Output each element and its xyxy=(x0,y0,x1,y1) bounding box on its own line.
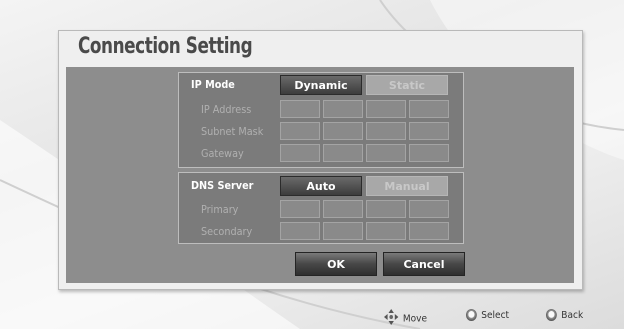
gateway-label: Gateway xyxy=(201,147,244,160)
ip-address-octet-4[interactable] xyxy=(409,100,449,118)
primary-dns-octet-1[interactable] xyxy=(280,200,320,218)
ip-dynamic-button[interactable]: Dynamic xyxy=(280,75,362,95)
ip-address-label: IP Address xyxy=(201,103,252,116)
secondary-dns-label: Secondary xyxy=(201,225,253,238)
cancel-button[interactable]: Cancel xyxy=(383,252,465,276)
gateway-octet-1[interactable] xyxy=(280,144,320,162)
dns-server-label: DNS Server xyxy=(191,179,254,192)
primary-dns-octet-3[interactable] xyxy=(366,200,406,218)
ip-mode-label: IP Mode xyxy=(191,78,235,91)
secondary-dns-row: Secondary xyxy=(179,222,463,242)
select-label: Select xyxy=(481,310,510,321)
secondary-dns-octet-2[interactable] xyxy=(323,222,363,240)
ip-static-button[interactable]: Static xyxy=(366,75,448,95)
ok-button[interactable]: OK xyxy=(295,252,377,276)
subnet-mask-octet-2[interactable] xyxy=(323,122,363,140)
ip-address-row: IP Address xyxy=(179,100,463,120)
secondary-dns-octet-3[interactable] xyxy=(366,222,406,240)
dns-auto-button[interactable]: Auto xyxy=(280,176,362,196)
dialog-title: Connection Setting xyxy=(78,34,253,59)
primary-dns-row: Primary xyxy=(179,200,463,220)
back-hint: Back xyxy=(546,309,583,323)
ip-mode-row: IP Mode Dynamic Static xyxy=(179,75,463,95)
enter-button-icon xyxy=(466,309,477,321)
dns-manual-button[interactable]: Manual xyxy=(366,176,448,196)
subnet-mask-row: Subnet Mask xyxy=(179,122,463,142)
ip-settings-group: IP Mode Dynamic Static IP Address Subnet… xyxy=(178,72,464,168)
move-label: Move xyxy=(402,313,428,325)
primary-dns-octet-2[interactable] xyxy=(323,200,363,218)
gateway-row: Gateway xyxy=(179,144,463,164)
subnet-mask-octet-1[interactable] xyxy=(280,122,320,140)
primary-dns-octet-4[interactable] xyxy=(409,200,449,218)
subnet-mask-octet-4[interactable] xyxy=(409,122,449,140)
secondary-dns-octet-4[interactable] xyxy=(409,222,449,240)
gateway-octet-4[interactable] xyxy=(409,144,449,162)
ip-address-octet-3[interactable] xyxy=(366,100,406,118)
ip-address-octet-2[interactable] xyxy=(323,100,363,118)
subnet-mask-label: Subnet Mask xyxy=(201,125,264,138)
ip-address-octet-1[interactable] xyxy=(280,100,320,118)
primary-dns-label: Primary xyxy=(201,203,239,216)
subnet-mask-octet-3[interactable] xyxy=(366,122,406,140)
gateway-octet-3[interactable] xyxy=(366,144,406,162)
secondary-dns-octet-1[interactable] xyxy=(280,222,320,240)
dpad-arrows-icon xyxy=(384,309,399,328)
return-button-icon xyxy=(546,309,557,321)
select-hint: Select xyxy=(466,309,509,323)
dns-server-row: DNS Server Auto Manual xyxy=(179,176,463,196)
back-label: Back xyxy=(561,310,584,321)
gateway-octet-2[interactable] xyxy=(323,144,363,162)
move-hint: Move xyxy=(384,309,428,325)
dns-settings-group: DNS Server Auto Manual Primary Secondary xyxy=(178,172,464,244)
